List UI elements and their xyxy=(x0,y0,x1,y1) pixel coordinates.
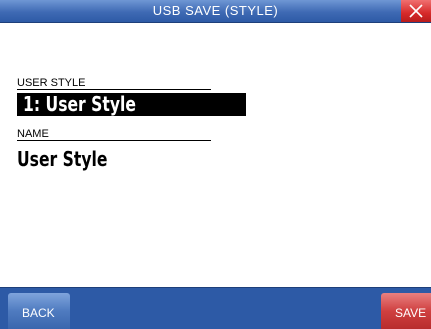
user-style-label-underline xyxy=(17,89,211,90)
close-icon xyxy=(409,4,423,18)
back-button-label: BACK xyxy=(22,306,55,320)
save-button-label: SAVE xyxy=(395,306,427,320)
user-style-field[interactable]: 1: User Style xyxy=(17,93,246,116)
user-style-value: 1: User Style xyxy=(23,92,136,116)
name-field[interactable]: User Style xyxy=(17,146,107,172)
close-button[interactable] xyxy=(401,0,431,22)
window-title: USB SAVE (STYLE) xyxy=(152,3,279,18)
back-button[interactable]: BACK xyxy=(8,293,70,329)
name-label: NAME xyxy=(17,128,49,140)
name-label-underline xyxy=(17,140,211,141)
user-style-label: USER STYLE xyxy=(17,77,86,89)
save-button[interactable]: SAVE xyxy=(381,293,431,329)
title-bar: USB SAVE (STYLE) xyxy=(0,0,431,23)
usb-save-style-screen: USB SAVE (STYLE) USER STYLE 1: User Styl… xyxy=(0,0,431,329)
